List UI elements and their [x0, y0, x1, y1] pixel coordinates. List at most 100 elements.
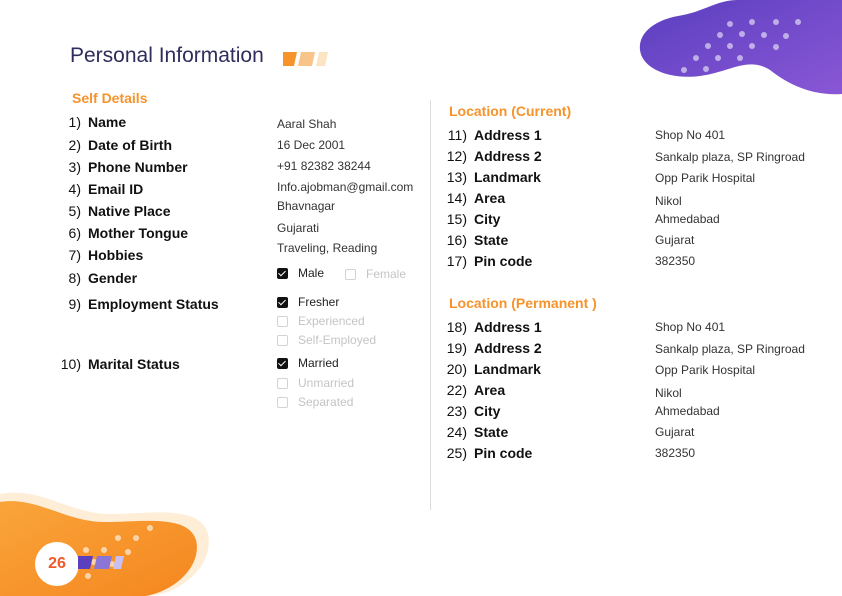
field-value: Opp Parik Hospital [655, 363, 756, 377]
row-number: 12) [446, 148, 467, 164]
checkbox-unchecked[interactable] [277, 396, 288, 408]
row-number: 16) [446, 232, 467, 248]
row-number: 4) [68, 181, 81, 197]
field-label: City [474, 403, 501, 419]
field-label: Address 2 [474, 340, 542, 356]
row-number: 17) [446, 253, 467, 269]
row-number: 19) [446, 340, 467, 356]
field-label: Native Place [88, 203, 171, 219]
checkbox-unchecked[interactable] [345, 268, 356, 280]
field-label: Mother Tongue [88, 225, 189, 241]
page-stripe-decoration [78, 556, 124, 569]
row-number: 10) [60, 356, 81, 372]
field-label: Pin code [474, 253, 533, 269]
field-value: Ahmedabad [655, 212, 720, 226]
row-number: 13) [446, 169, 467, 185]
option-marital[interactable]: Married [277, 356, 339, 370]
option-label: Experienced [298, 314, 365, 328]
field-label: Date of Birth [88, 137, 172, 153]
field-label: Landmark [474, 361, 541, 377]
row-number: 22) [446, 382, 467, 398]
field-value: Aaral Shah [277, 117, 337, 131]
option-employment[interactable]: Experienced [277, 314, 365, 328]
option-label: Male [298, 266, 325, 280]
field-label: Landmark [474, 169, 541, 185]
field-label: Area [474, 382, 506, 398]
field-value: 16 Dec 2001 [277, 138, 346, 152]
row-number: 8) [68, 270, 81, 286]
option-employment[interactable]: Self-Employed [277, 333, 376, 347]
top-right-blob-decoration [639, 0, 842, 95]
row-number: 20) [446, 361, 467, 377]
field-value: Info.ajobman@gmail.com [277, 180, 414, 194]
option-gender[interactable]: Female [345, 267, 406, 281]
column-divider [430, 100, 431, 510]
page-title: Personal Information [70, 44, 264, 67]
row-number: 18) [446, 319, 467, 335]
row-number: 14) [446, 190, 467, 206]
checkbox-checked[interactable] [277, 267, 288, 279]
row-number: 9) [68, 296, 81, 312]
field-label: Area [474, 190, 506, 206]
field-value: Opp Parik Hospital [655, 171, 756, 185]
field-value: 382350 [655, 446, 696, 460]
row-number: 6) [68, 225, 81, 241]
row-number: 25) [446, 445, 467, 461]
field-value: Gujarat [655, 233, 695, 247]
section-heading-location-permanent: Location (Permanent ) [449, 295, 597, 311]
option-employment[interactable]: Fresher [277, 295, 339, 309]
row-number: 24) [446, 424, 467, 440]
section-heading-self-details: Self Details [72, 90, 148, 106]
field-label: Email ID [88, 181, 144, 197]
field-value: 382350 [655, 254, 696, 268]
row-number: 5) [68, 203, 81, 219]
option-marital[interactable]: Separated [277, 395, 353, 409]
page-number: 26 [35, 542, 79, 586]
option-label: Separated [298, 395, 354, 409]
option-gender[interactable]: Male [277, 266, 324, 280]
section-heading-location-current: Location (Current) [449, 103, 572, 119]
field-value: Gujarati [277, 221, 320, 235]
field-label: Address 1 [474, 127, 542, 143]
row-number: 1) [68, 114, 81, 130]
row-number: 2) [68, 137, 81, 153]
row-number: 23) [446, 403, 467, 419]
field-label: State [474, 232, 509, 248]
field-label: Address 2 [474, 148, 542, 164]
checkbox-checked[interactable] [277, 357, 288, 369]
field-value: Gujarat [655, 425, 695, 439]
field-value: +91 82382 38244 [277, 159, 371, 173]
field-value: Nikol [655, 194, 682, 208]
field-label: Employment Status [88, 296, 219, 312]
row-number: 3) [68, 159, 81, 175]
field-value: Shop No 401 [655, 128, 726, 142]
field-value: Ahmedabad [655, 404, 720, 418]
field-label: Phone Number [88, 159, 188, 175]
checkbox-unchecked[interactable] [277, 315, 288, 327]
checkbox-checked[interactable] [277, 296, 288, 308]
field-value: Sankalp plaza, SP Ringroad [655, 342, 805, 356]
option-label: Married [298, 356, 339, 370]
field-label: City [474, 211, 501, 227]
checkbox-unchecked[interactable] [277, 377, 288, 389]
option-label: Self-Employed [298, 333, 377, 347]
field-value: Traveling, Reading [277, 241, 378, 255]
field-label: Hobbies [88, 247, 144, 263]
field-label: Pin code [474, 445, 533, 461]
option-marital[interactable]: Unmarried [277, 376, 354, 390]
field-value: Shop No 401 [655, 320, 726, 334]
field-value: Sankalp plaza, SP Ringroad [655, 150, 805, 164]
field-value: Nikol [655, 386, 682, 400]
option-label: Fresher [298, 295, 340, 309]
row-number: 7) [68, 247, 81, 263]
title-stripe-decoration [283, 52, 328, 66]
option-label: Unmarried [298, 376, 355, 390]
checkbox-unchecked[interactable] [277, 334, 288, 346]
option-label: Female [366, 267, 407, 281]
field-label: Gender [88, 270, 138, 286]
field-label: Address 1 [474, 319, 542, 335]
field-value: Bhavnagar [277, 199, 336, 213]
field-label: Marital Status [88, 356, 180, 372]
bottom-left-blob-decoration [0, 492, 209, 596]
field-label: State [474, 424, 509, 440]
